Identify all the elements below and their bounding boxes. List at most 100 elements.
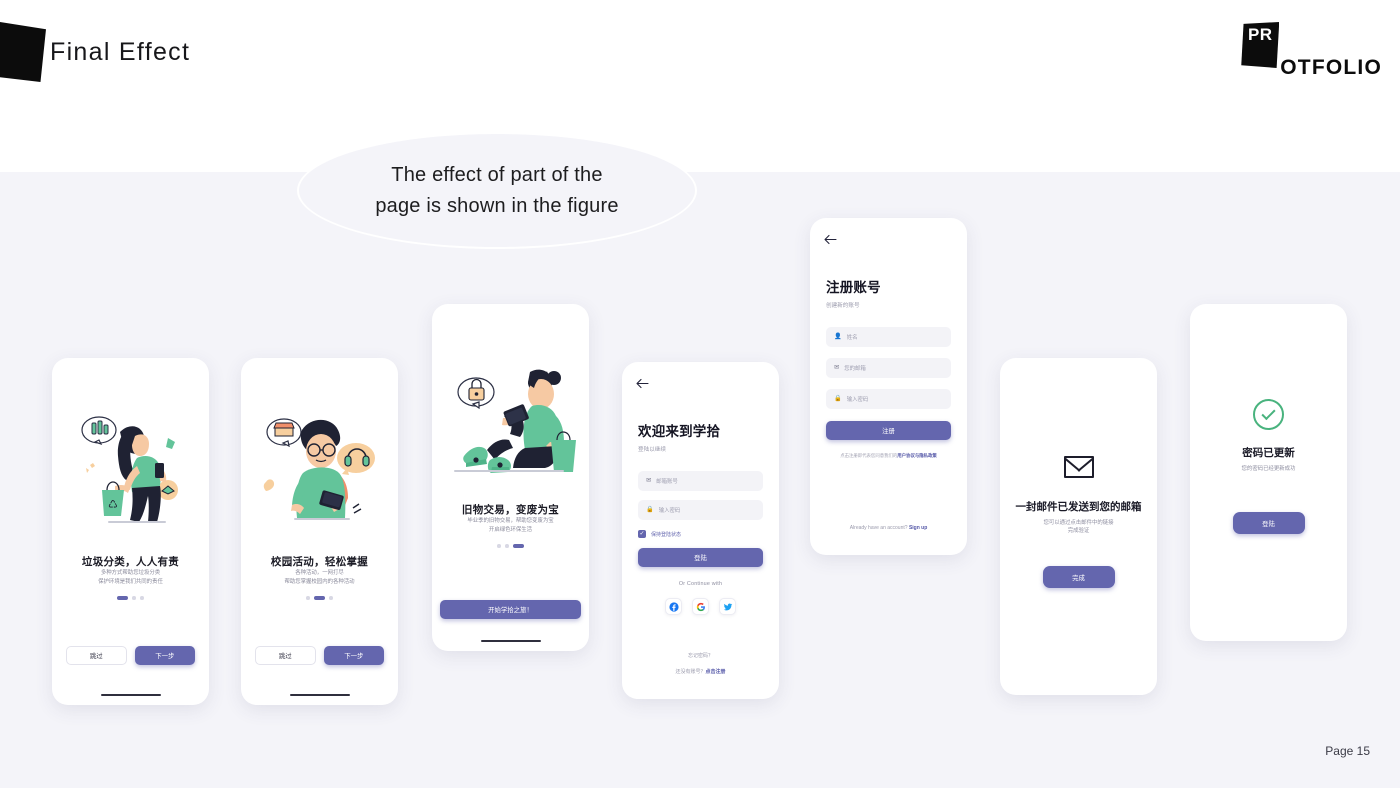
onboarding-subtitle-2-line1: 各种活动，一网打尽 xyxy=(295,570,344,576)
logo-mark-shape: PR xyxy=(1241,22,1280,68)
terms-text: 点击注册即代表您同意我们的用户协议与隐私政策 xyxy=(826,452,951,459)
page-number: Page 15 xyxy=(1325,744,1370,758)
illustration-recycling-woman: ♺ xyxy=(80,416,178,523)
remember-me-row[interactable]: ✓ 保持登陆状态 xyxy=(638,530,763,538)
onboarding-illustration-3 xyxy=(432,364,589,476)
already-have-account-text: Already have an account? xyxy=(849,525,909,531)
twitter-icon[interactable] xyxy=(719,598,736,615)
facebook-icon[interactable] xyxy=(665,598,682,615)
lock-icon: 🔒 xyxy=(646,505,654,513)
name-field[interactable]: 👤 姓名 xyxy=(826,327,951,347)
email-sent-subtitle: 您可以通过点击邮件中的链接 完成验证 xyxy=(1014,519,1143,536)
skip-button[interactable]: 跳过 xyxy=(255,646,316,665)
phone-mockup-onboarding-1: ♺ 垃圾分类，人人有责 多种方式帮助您垃圾分类 保护环境是我们共同的责任 跳过 … xyxy=(52,358,209,705)
dot-1[interactable] xyxy=(306,596,310,600)
password-updated-title: 密码已更新 xyxy=(1242,447,1295,459)
phone-mockup-onboarding-2: 校园活动，轻松掌握 各种活动，一网打尽 帮助您掌握校园内的各种活动 跳过 下一步 xyxy=(241,358,398,705)
lock-icon: 🔒 xyxy=(834,394,842,402)
home-indicator xyxy=(480,639,541,642)
illustration-campus-activity-man xyxy=(263,418,375,520)
onboarding-subtitle-3: 毕业季的旧物交易，帮助您变废为宝 开启绿色环保生活 xyxy=(432,517,589,534)
email-sent-sub-line1: 您可以通过点击邮件中的链接 xyxy=(1043,520,1114,526)
email-sent-sub-line2: 完成验证 xyxy=(1067,528,1090,535)
phone-mockup-login: 欢迎来到学拾 登陆以继续 ✉ 邮箱账号 🔒 输入密码 ✓ 保持登陆状态 登陆 O… xyxy=(622,362,779,699)
register-title: 注册账号 xyxy=(826,280,881,295)
sign-up-link[interactable]: Sign up xyxy=(909,525,927,531)
signup-prompt: 还没有账号？点击注册 xyxy=(638,668,763,675)
login-button[interactable]: 登陆 xyxy=(1232,512,1305,534)
password-field-placeholder: 输入密码 xyxy=(846,397,869,403)
callout-text: The effect of part of the page is shown … xyxy=(375,160,618,222)
finish-button[interactable]: 完成 xyxy=(1042,566,1115,588)
dot-3[interactable] xyxy=(512,544,524,549)
start-journey-button[interactable]: 开始学拾之旅！ xyxy=(440,600,581,619)
next-button[interactable]: 下一步 xyxy=(323,646,384,665)
onboarding-subtitle-1-line1: 多种方式帮助您垃圾分类 xyxy=(100,570,161,576)
dot-3[interactable] xyxy=(329,596,333,600)
dot-2[interactable] xyxy=(132,596,136,600)
google-icon[interactable] xyxy=(692,598,709,615)
onboarding-subtitle-1: 多种方式帮助您垃圾分类 保护环境是我们共同的责任 xyxy=(52,569,209,586)
email-field-placeholder: 您的邮箱 xyxy=(844,366,866,372)
dot-3[interactable] xyxy=(140,596,144,600)
email-sent-title: 一封邮件已发送到您的邮箱 xyxy=(1015,501,1142,513)
login-title: 欢迎来到学拾 xyxy=(638,424,721,439)
logo-mark-text: PR xyxy=(1247,25,1273,44)
onboarding-subtitle-2-line2: 帮助您掌握校园内的各种活动 xyxy=(284,578,355,585)
signup-link[interactable]: 点击注册 xyxy=(706,669,726,675)
skip-button[interactable]: 跳过 xyxy=(66,646,127,665)
home-indicator xyxy=(289,693,350,696)
screen-onboarding-1: ♺ 垃圾分类，人人有责 多种方式帮助您垃圾分类 保护环境是我们共同的责任 跳过 … xyxy=(52,358,209,705)
back-arrow-icon[interactable] xyxy=(824,234,837,247)
header-accent-shape xyxy=(0,22,46,82)
terms-link[interactable]: 用户协议与隐私政策 xyxy=(897,453,937,458)
pagination-dots-1 xyxy=(52,596,209,601)
onboarding-illustration-1: ♺ xyxy=(52,408,209,528)
google-glyph xyxy=(696,602,705,611)
email-field[interactable]: ✉ 您的邮箱 xyxy=(826,358,951,378)
login-button[interactable]: 登陆 xyxy=(638,548,763,567)
onboarding-illustration-2 xyxy=(241,410,398,525)
dot-1[interactable] xyxy=(117,596,129,601)
dot-2[interactable] xyxy=(505,544,509,548)
screen-login: 欢迎来到学拾 登陆以继续 ✉ 邮箱账号 🔒 输入密码 ✓ 保持登陆状态 登陆 O… xyxy=(622,362,779,699)
checkbox-checked-icon[interactable]: ✓ xyxy=(638,530,646,538)
mail-icon: ✉ xyxy=(834,363,840,371)
screen-password-updated: 密码已更新 您的密码已经更新成功 登陆 xyxy=(1190,304,1347,641)
screen-email-sent: 一封邮件已发送到您的邮箱 您可以通过点击邮件中的链接 完成验证 完成 xyxy=(1000,358,1157,695)
slide: Final Effect PR OTFOLIO The effect of pa… xyxy=(0,0,1400,788)
phone-mockup-register: 注册账号 创建新的账号 👤 姓名 ✉ 您的邮箱 🔒 输入密码 注册 点击注册即代… xyxy=(810,218,967,555)
register-subtitle: 创建新的账号 xyxy=(826,303,860,309)
onboarding-subtitle-3-line2: 开启绿色环保生活 xyxy=(488,526,533,533)
pagination-dots-3 xyxy=(432,544,589,549)
already-have-account-row: Already have an account? Sign up xyxy=(822,525,955,531)
onboarding-title-1: 垃圾分类，人人有责 xyxy=(81,556,180,568)
next-button[interactable]: 下一步 xyxy=(134,646,195,665)
remember-me-label: 保持登陆状态 xyxy=(651,531,682,538)
onboarding-subtitle-3-line1: 毕业季的旧物交易，帮助您变废为宝 xyxy=(467,518,554,524)
name-field-placeholder: 姓名 xyxy=(846,335,858,341)
arrow-left-glyph xyxy=(636,378,649,389)
register-button[interactable]: 注册 xyxy=(826,421,951,440)
back-arrow-icon[interactable] xyxy=(636,378,649,391)
phone-mockup-password-updated: 密码已更新 您的密码已经更新成功 登陆 xyxy=(1190,304,1347,641)
signup-prompt-text: 还没有账号？ xyxy=(675,669,706,675)
email-field[interactable]: ✉ 邮箱账号 xyxy=(638,471,763,491)
onboarding-buttons-2: 跳过 下一步 xyxy=(255,646,384,665)
login-subtitle: 登陆以继续 xyxy=(638,447,666,453)
dot-2[interactable] xyxy=(314,596,325,601)
password-updated-subtitle: 您的密码已经更新成功 xyxy=(1241,466,1296,472)
home-indicator xyxy=(100,693,161,696)
email-field-placeholder: 邮箱账号 xyxy=(656,479,678,485)
password-field[interactable]: 🔒 输入密码 xyxy=(826,389,951,409)
page-title: Final Effect xyxy=(50,38,191,66)
check-mark-glyph xyxy=(1261,406,1276,421)
onboarding-title-3: 旧物交易，变废为宝 xyxy=(461,504,560,516)
onboarding-cta-row-3: 开始学拾之旅！ xyxy=(440,600,581,619)
social-login-row xyxy=(638,598,763,615)
logo-wordmark: OTFOLIO xyxy=(1280,56,1382,79)
forgot-password-link[interactable]: 忘记密码？ xyxy=(638,652,763,659)
dot-1[interactable] xyxy=(497,544,501,548)
password-field[interactable]: 🔒 输入密码 xyxy=(638,500,763,520)
phone-mockup-onboarding-3: 旧物交易，变废为宝 毕业季的旧物交易，帮助您变废为宝 开启绿色环保生活 开始学拾… xyxy=(432,304,589,651)
